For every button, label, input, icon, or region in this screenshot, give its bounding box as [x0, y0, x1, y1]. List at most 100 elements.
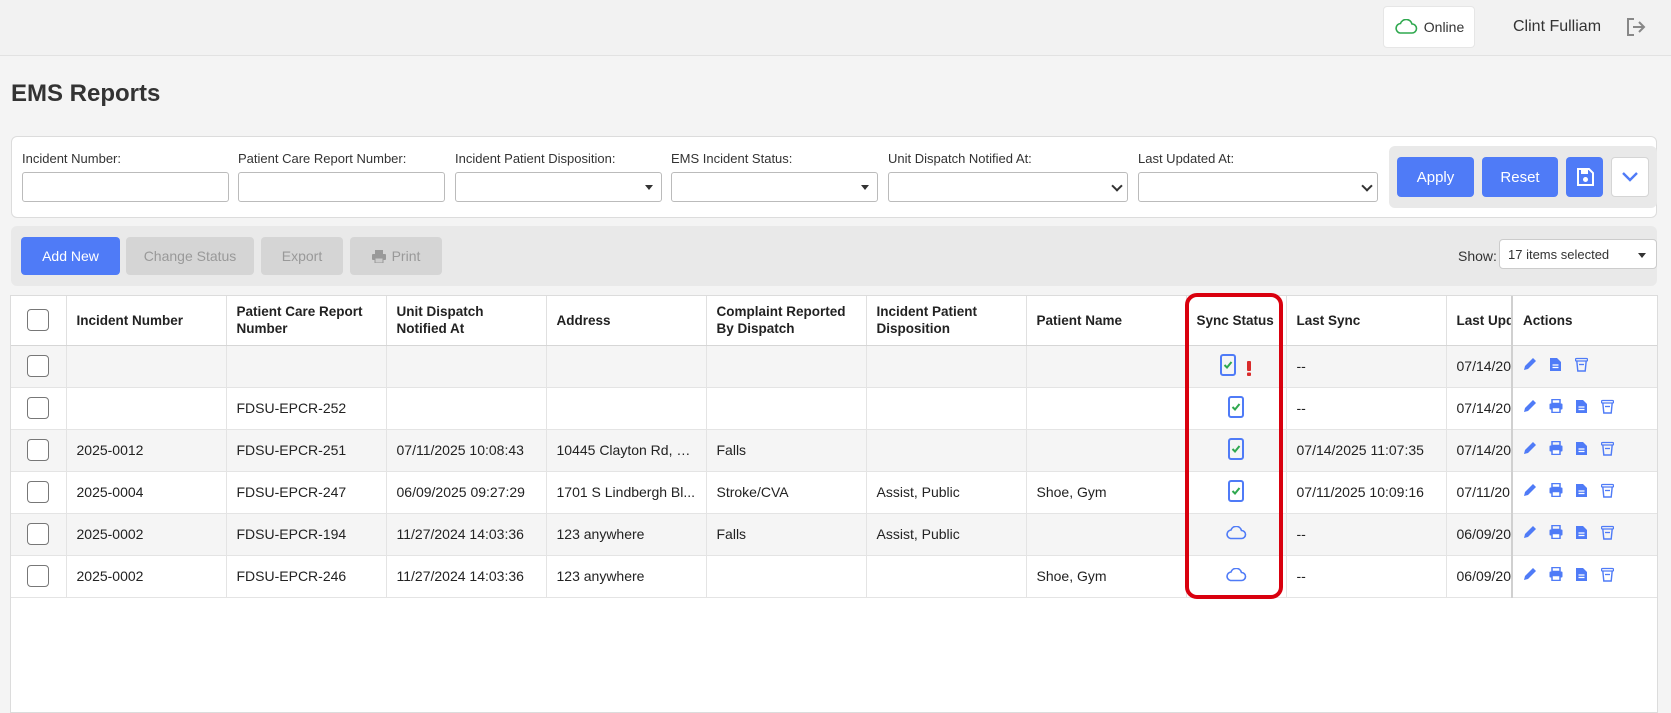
cell-actions — [1511, 471, 1657, 514]
table-toolbar: Add New Change Status Export Print Show:… — [11, 226, 1657, 286]
cell-dispatch — [386, 387, 547, 430]
caret-down-icon — [645, 185, 653, 190]
row-checkbox[interactable] — [27, 523, 49, 545]
edit-button[interactable] — [1523, 399, 1541, 417]
report-button[interactable] — [1575, 525, 1593, 543]
row-checkbox[interactable] — [27, 355, 49, 377]
cell-last-sync: -- — [1286, 555, 1447, 598]
delete-button[interactable] — [1574, 357, 1593, 375]
report-button[interactable] — [1575, 567, 1593, 585]
last-updated-filter: Last Updated At: — [1138, 151, 1378, 202]
edit-button[interactable] — [1523, 357, 1541, 375]
row-checkbox[interactable] — [27, 397, 49, 419]
sync-status-indicator[interactable] — [1225, 567, 1247, 585]
cell-pcr: FDSU-EPCR-194 — [226, 513, 387, 556]
column-header[interactable]: Last Sync — [1286, 296, 1447, 346]
reset-button[interactable]: Reset — [1482, 157, 1558, 197]
report-button[interactable] — [1575, 399, 1593, 417]
status-select[interactable] — [671, 172, 878, 202]
pcr-number-input[interactable] — [238, 172, 445, 202]
table-row[interactable]: 2025-0002 FDSU-EPCR-246 11/27/2024 14:03:3… — [11, 555, 1657, 598]
delete-button[interactable] — [1600, 399, 1619, 417]
last-updated-select[interactable] — [1138, 172, 1378, 202]
cell-last-sync: 07/11/2025 10:09:16 — [1286, 471, 1447, 514]
columns-select[interactable]: 17 items selected — [1499, 239, 1657, 269]
status-filter: EMS Incident Status: — [671, 151, 878, 202]
unit-dispatch-select[interactable] — [888, 172, 1128, 202]
sync-status-indicator[interactable] — [1220, 353, 1252, 379]
edit-button[interactable] — [1523, 567, 1541, 585]
cell-pcr: FDSU-EPCR-247 — [226, 471, 387, 514]
select-all-checkbox[interactable] — [27, 309, 49, 332]
column-header[interactable]: Incident Patient Disposition — [866, 296, 1027, 346]
print-row-button[interactable] — [1549, 440, 1567, 459]
cell-dispatch: 11/27/2024 14:03:36 — [386, 513, 547, 556]
column-header[interactable]: Incident Number — [66, 296, 227, 346]
sync-status-indicator[interactable] — [1225, 525, 1247, 543]
print-row-button[interactable] — [1549, 482, 1567, 501]
device-synced-icon — [1228, 395, 1244, 418]
document-icon — [1576, 400, 1587, 414]
report-button[interactable] — [1549, 357, 1567, 375]
row-checkbox[interactable] — [27, 481, 49, 503]
cell-complaint: Falls — [706, 429, 867, 472]
chevron-down-icon — [1622, 172, 1638, 182]
edit-button[interactable] — [1523, 525, 1541, 543]
table-row[interactable]: 2025-0004 FDSU-EPCR-247 06/09/2025 09:27:2… — [11, 471, 1657, 514]
cell-sync-status — [1186, 345, 1287, 388]
user-name[interactable]: Clint Fulliam — [1513, 18, 1601, 36]
cell-incident: 2025-0004 — [66, 471, 227, 514]
sync-status-indicator[interactable] — [1228, 437, 1244, 463]
sync-status-indicator[interactable] — [1228, 395, 1244, 421]
pcr-number-filter: Patient Care Report Number: — [238, 151, 445, 202]
column-header[interactable]: Patient Care Report Number — [226, 296, 387, 346]
cell-last-updated: 06/09/20 — [1446, 513, 1513, 556]
incident-number-input[interactable] — [22, 172, 229, 202]
report-button[interactable] — [1575, 441, 1593, 459]
column-header[interactable]: Sync Status — [1186, 296, 1287, 346]
sync-status-indicator[interactable] — [1228, 479, 1244, 505]
disposition-select[interactable] — [455, 172, 662, 202]
delete-button[interactable] — [1600, 567, 1619, 585]
table-row[interactable]: FDSU-EPCR-252 -- 07/14/20 — [11, 387, 1657, 430]
add-new-button[interactable]: Add New — [21, 237, 120, 275]
report-button[interactable] — [1575, 483, 1593, 501]
row-select-cell — [11, 471, 67, 514]
logout-icon[interactable] — [1624, 16, 1648, 38]
document-icon — [1576, 526, 1587, 540]
trash-icon — [1600, 483, 1615, 498]
delete-button[interactable] — [1600, 525, 1619, 543]
save-filter-button[interactable] — [1566, 157, 1603, 197]
column-header[interactable]: Address — [546, 296, 707, 346]
change-status-button[interactable]: Change Status — [126, 237, 254, 275]
filter-actions: Apply Reset — [1389, 146, 1657, 208]
row-checkbox[interactable] — [27, 565, 49, 587]
export-button[interactable]: Export — [261, 237, 343, 275]
table-row[interactable]: 2025-0012 FDSU-EPCR-251 07/11/2025 10:08:4… — [11, 429, 1657, 472]
edit-button[interactable] — [1523, 441, 1541, 459]
column-header[interactable]: Unit Dispatch Notified At — [386, 296, 547, 346]
cell-incident: 2025-0002 — [66, 555, 227, 598]
edit-button[interactable] — [1523, 483, 1541, 501]
document-icon — [1576, 484, 1587, 498]
apply-button[interactable]: Apply — [1397, 157, 1474, 197]
status-label: EMS Incident Status: — [671, 151, 793, 166]
table-row[interactable]: 2025-0002 FDSU-EPCR-194 11/27/2024 14:03:3… — [11, 513, 1657, 556]
print-row-button[interactable] — [1549, 398, 1567, 417]
column-header[interactable]: Patient Name — [1026, 296, 1187, 346]
online-label: Online — [1423, 19, 1465, 35]
pencil-icon — [1524, 526, 1536, 539]
row-checkbox[interactable] — [27, 439, 49, 461]
incident-number-label: Incident Number: — [22, 151, 121, 166]
delete-button[interactable] — [1600, 441, 1619, 459]
cell-sync-status — [1186, 513, 1287, 556]
table-row[interactable]: -- 07/14/20 — [11, 345, 1657, 388]
column-header[interactable]: Complaint Reported By Dispatch — [706, 296, 867, 346]
printer-icon — [371, 249, 386, 263]
delete-button[interactable] — [1600, 483, 1619, 501]
expand-filters-button[interactable] — [1611, 157, 1649, 197]
column-header[interactable]: Last Upd — [1446, 296, 1513, 346]
print-button[interactable]: Print — [350, 237, 442, 275]
print-row-button[interactable] — [1549, 566, 1567, 585]
print-row-button[interactable] — [1549, 524, 1567, 543]
